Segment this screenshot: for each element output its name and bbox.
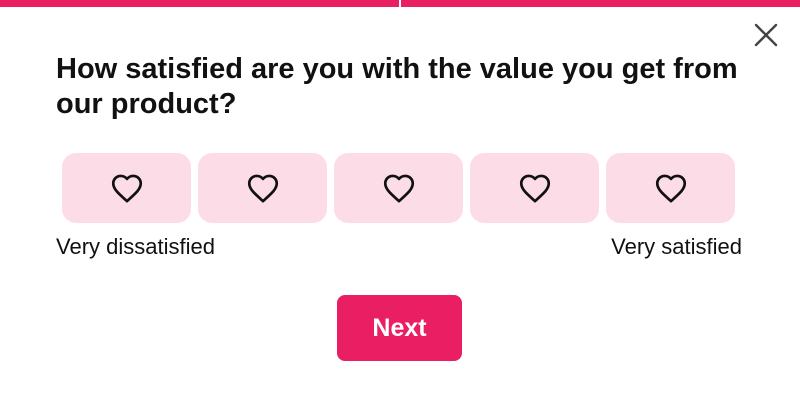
- scale-max-label: Very satisfied: [611, 234, 742, 259]
- survey-dialog: How satisfied are you with the value you…: [0, 0, 800, 408]
- heart-outline-icon: [383, 174, 414, 203]
- progress-segment: [401, 0, 800, 7]
- survey-question: How satisfied are you with the value you…: [56, 53, 738, 120]
- progress-bar: [0, 0, 800, 7]
- progress-segment: [0, 0, 399, 7]
- scale-min-label: Very dissatisfied: [56, 234, 215, 259]
- heart-outline-icon: [247, 174, 278, 203]
- heart-outline-icon: [655, 174, 686, 203]
- next-button[interactable]: Next: [337, 295, 462, 361]
- rating-option-1[interactable]: [62, 153, 191, 223]
- rating-option-3[interactable]: [334, 153, 463, 223]
- rating-scale: [62, 153, 735, 223]
- close-button[interactable]: [750, 19, 782, 51]
- heart-outline-icon: [111, 174, 142, 203]
- rating-option-2[interactable]: [198, 153, 327, 223]
- rating-option-5[interactable]: [606, 153, 735, 223]
- close-icon: [754, 23, 778, 47]
- rating-option-4[interactable]: [470, 153, 599, 223]
- heart-outline-icon: [519, 174, 550, 203]
